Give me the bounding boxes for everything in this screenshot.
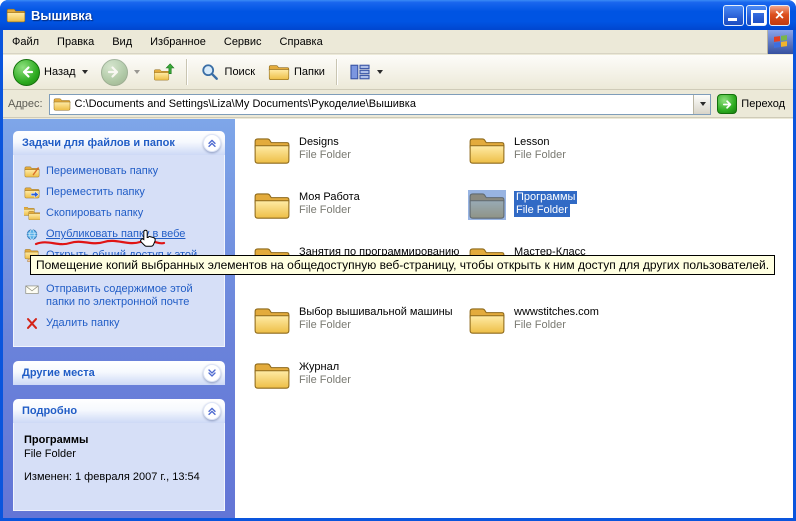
details-item-type: File Folder [24, 447, 218, 461]
go-label: Переход [741, 98, 785, 110]
section-other-places: Другие места [13, 361, 225, 385]
windows-logo [767, 30, 793, 54]
folder-icon [468, 135, 506, 165]
other-places-title: Другие места [22, 367, 95, 379]
move-icon [24, 186, 40, 199]
toolbar: Назад Поиск [3, 55, 793, 90]
folder-icon [253, 135, 291, 165]
folder-icon [253, 305, 291, 335]
folder-icon [253, 360, 291, 390]
file-tasks-body: Переименовать папку Переместить папку [13, 155, 225, 347]
back-icon [13, 59, 40, 86]
file-item-moya-rabota[interactable]: Моя РаботаFile Folder [253, 190, 360, 220]
toolbar-separator [336, 59, 338, 85]
menu-help[interactable]: Справка [271, 31, 332, 53]
folders-icon [268, 63, 290, 81]
task-rename-folder[interactable]: Переименовать папку [24, 165, 218, 178]
folder-icon [253, 190, 291, 220]
file-item-lesson[interactable]: LessonFile Folder [468, 135, 566, 165]
title-bar: Вышивка [0, 0, 796, 30]
address-input[interactable]: C:\Documents and Settings\Liza\My Docume… [49, 94, 712, 115]
search-icon [199, 63, 221, 81]
back-dropdown-caret[interactable] [82, 70, 88, 74]
file-tasks-title: Задачи для файлов и папок [22, 137, 175, 149]
back-button[interactable]: Назад [8, 57, 93, 88]
address-dropdown[interactable] [693, 95, 710, 114]
task-delete-folder[interactable]: Удалить папку [24, 317, 218, 330]
menu-view[interactable]: Вид [103, 31, 141, 53]
section-details: Подробно Программы File Folder Изменен: … [13, 399, 225, 511]
address-bar: Адрес: C:\Documents and Settings\Liza\My… [3, 91, 793, 118]
windows-flag-icon [774, 35, 787, 48]
file-item-vybor-mashiny[interactable]: Выбор вышивальной машиныFile Folder [253, 305, 453, 335]
collapse-chevron-icon[interactable] [203, 134, 221, 152]
section-file-tasks: Задачи для файлов и папок Переименовать … [13, 131, 225, 347]
task-copy-folder[interactable]: Скопировать папку [24, 207, 218, 220]
details-title: Подробно [22, 405, 77, 417]
forward-dropdown-caret[interactable] [134, 70, 140, 74]
publish-web-icon [24, 228, 40, 241]
task-pane: Задачи для файлов и папок Переименовать … [3, 119, 235, 518]
go-icon [717, 94, 737, 114]
explorer-window: Вышивка Файл Правка Вид Избранное Сервис… [0, 0, 796, 521]
up-folder-icon [153, 63, 175, 81]
maximize-button[interactable] [746, 5, 767, 26]
menu-file[interactable]: Файл [3, 31, 48, 53]
back-label: Назад [44, 66, 76, 78]
file-item-designs[interactable]: DesignsFile Folder [253, 135, 351, 165]
folders-label: Папки [294, 66, 325, 78]
search-button[interactable]: Поиск [194, 61, 260, 83]
details-header[interactable]: Подробно [13, 399, 225, 423]
rename-icon [24, 165, 40, 178]
file-item-wwwstitches[interactable]: wwwstitches.comFile Folder [468, 305, 599, 335]
address-label: Адрес: [8, 98, 43, 110]
minimize-button[interactable] [723, 5, 744, 26]
views-button[interactable] [344, 61, 388, 83]
content-area: Задачи для файлов и папок Переименовать … [3, 119, 793, 518]
collapse-chevron-icon[interactable] [203, 402, 221, 420]
close-button[interactable] [769, 5, 790, 26]
folders-button[interactable]: Папки [263, 61, 330, 83]
publish-tooltip: Помещение копий выбранных элементов на о… [30, 255, 775, 275]
menu-tools[interactable]: Сервис [215, 31, 271, 53]
menu-favorites[interactable]: Избранное [141, 31, 215, 53]
details-body: Программы File Folder Изменен: 1 февраля… [13, 423, 225, 511]
menu-edit[interactable]: Правка [48, 31, 103, 53]
folder-icon-selected [468, 190, 506, 220]
search-label: Поиск [225, 66, 255, 78]
address-folder-icon [53, 97, 71, 111]
toolbar-separator [186, 59, 188, 85]
address-path: C:\Documents and Settings\Liza\My Docume… [71, 98, 694, 110]
up-button[interactable] [148, 61, 180, 83]
forward-button[interactable] [96, 57, 145, 88]
window-title: Вышивка [31, 8, 723, 23]
details-item-modified: Изменен: 1 февраля 2007 г., 13:54 [24, 470, 218, 484]
folder-icon [468, 305, 506, 335]
task-publish-folder[interactable]: Опубликовать папку в вебе [24, 228, 218, 241]
task-move-folder[interactable]: Переместить папку [24, 186, 218, 199]
email-icon [24, 283, 40, 296]
views-icon [349, 63, 371, 81]
menu-bar: Файл Правка Вид Избранное Сервис Справка [3, 30, 793, 54]
go-button[interactable]: Переход [717, 94, 788, 114]
views-dropdown-caret[interactable] [377, 70, 383, 74]
file-item-zhurnal[interactable]: ЖурналFile Folder [253, 360, 351, 390]
copy-icon [24, 207, 40, 220]
other-places-header[interactable]: Другие места [13, 361, 225, 385]
file-list: DesignsFile Folder Моя РаботаFile Folder… [235, 119, 793, 518]
task-email-folder[interactable]: Отправить содержимое этой папки по элект… [24, 283, 218, 309]
file-tasks-header[interactable]: Задачи для файлов и папок [13, 131, 225, 155]
file-item-programmy[interactable]: ПрограммыFile Folder [468, 190, 577, 220]
forward-icon [101, 59, 128, 86]
delete-icon [24, 317, 40, 330]
expand-chevron-icon[interactable] [203, 364, 221, 382]
window-folder-icon [6, 7, 26, 23]
details-item-name: Программы [24, 433, 218, 447]
